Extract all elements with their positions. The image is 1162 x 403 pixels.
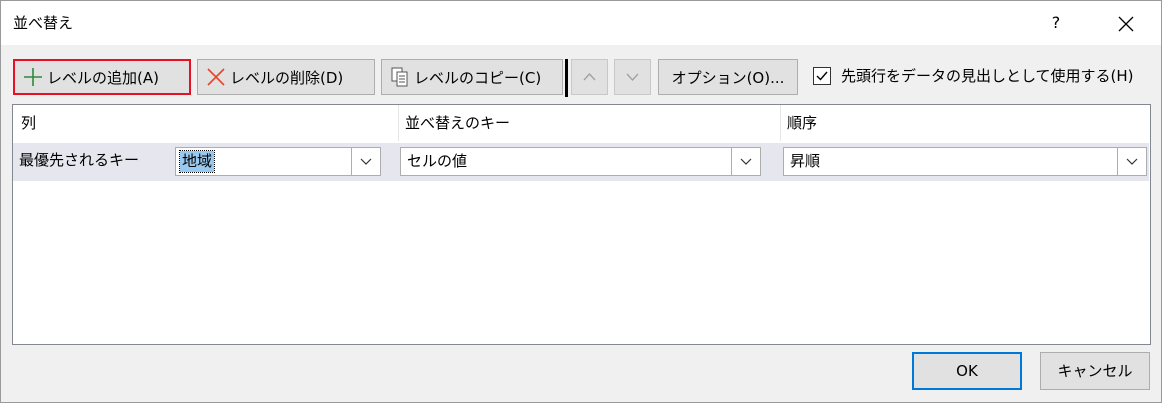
- order-select-value: 昇順: [790, 152, 821, 170]
- checkmark-icon: [816, 71, 828, 81]
- order-dropdown-button[interactable]: [1117, 148, 1146, 175]
- sort-on-dropdown-button[interactable]: [731, 148, 760, 175]
- chevron-up-icon: [583, 73, 596, 81]
- chevron-down-icon: [740, 158, 752, 165]
- move-up-button[interactable]: [571, 59, 608, 95]
- copy-level-button[interactable]: レベルのコピー(C): [381, 59, 563, 95]
- move-down-button[interactable]: [614, 59, 651, 95]
- close-icon: [1118, 16, 1134, 32]
- column-dropdown-button[interactable]: [351, 148, 380, 175]
- column-header-order: 順序: [787, 114, 818, 132]
- dialog-title: 並べ替え: [13, 14, 74, 32]
- copy-level-label: レベルのコピー(C): [414, 68, 542, 87]
- header-checkbox[interactable]: [813, 66, 831, 85]
- options-label: オプション(O)...: [671, 68, 785, 87]
- ok-button[interactable]: OK: [912, 352, 1022, 390]
- chevron-down-icon: [626, 73, 639, 81]
- delete-level-label: レベルの削除(D): [230, 68, 344, 87]
- add-level-label: レベルの追加(A): [47, 68, 159, 87]
- delete-x-icon: [207, 68, 225, 86]
- cancel-button[interactable]: キャンセル: [1040, 352, 1150, 390]
- sort-dialog: 並べ替え ? レベルの追加(A) レベルの削除(D) レベルのコピー(C) オプ…: [0, 0, 1162, 403]
- sort-levels-grid: 列 並べ替えのキー 順序 最優先されるキー 地域 セルの値 昇順: [12, 104, 1151, 345]
- order-select[interactable]: 昇順: [783, 147, 1147, 176]
- row-label: 最優先されるキー: [19, 151, 140, 169]
- options-button[interactable]: オプション(O)...: [658, 59, 798, 95]
- header-row-option[interactable]: 先頭行をデータの見出しとして使用する(H): [813, 65, 1134, 86]
- sort-on-select[interactable]: セルの値: [400, 147, 761, 176]
- column-header-sort-on: 並べ替えのキー: [405, 114, 511, 132]
- delete-level-button[interactable]: レベルの削除(D): [197, 59, 375, 95]
- chevron-down-icon: [1126, 158, 1138, 165]
- plus-icon: [24, 68, 42, 86]
- sort-on-select-value: セルの値: [407, 152, 468, 170]
- column-select[interactable]: 地域: [175, 147, 381, 176]
- column-header-column: 列: [21, 114, 37, 132]
- column-select-value: 地域: [178, 150, 216, 173]
- chevron-down-icon: [360, 158, 372, 165]
- help-button[interactable]: ?: [1041, 7, 1071, 39]
- header-checkbox-label: 先頭行をデータの見出しとして使用する(H): [841, 67, 1134, 85]
- copy-icon: [391, 67, 408, 87]
- title-bar: 並べ替え ?: [1, 1, 1161, 45]
- close-button[interactable]: [1111, 9, 1141, 39]
- toolbar-separator: [565, 59, 568, 97]
- add-level-button[interactable]: レベルの追加(A): [13, 59, 191, 95]
